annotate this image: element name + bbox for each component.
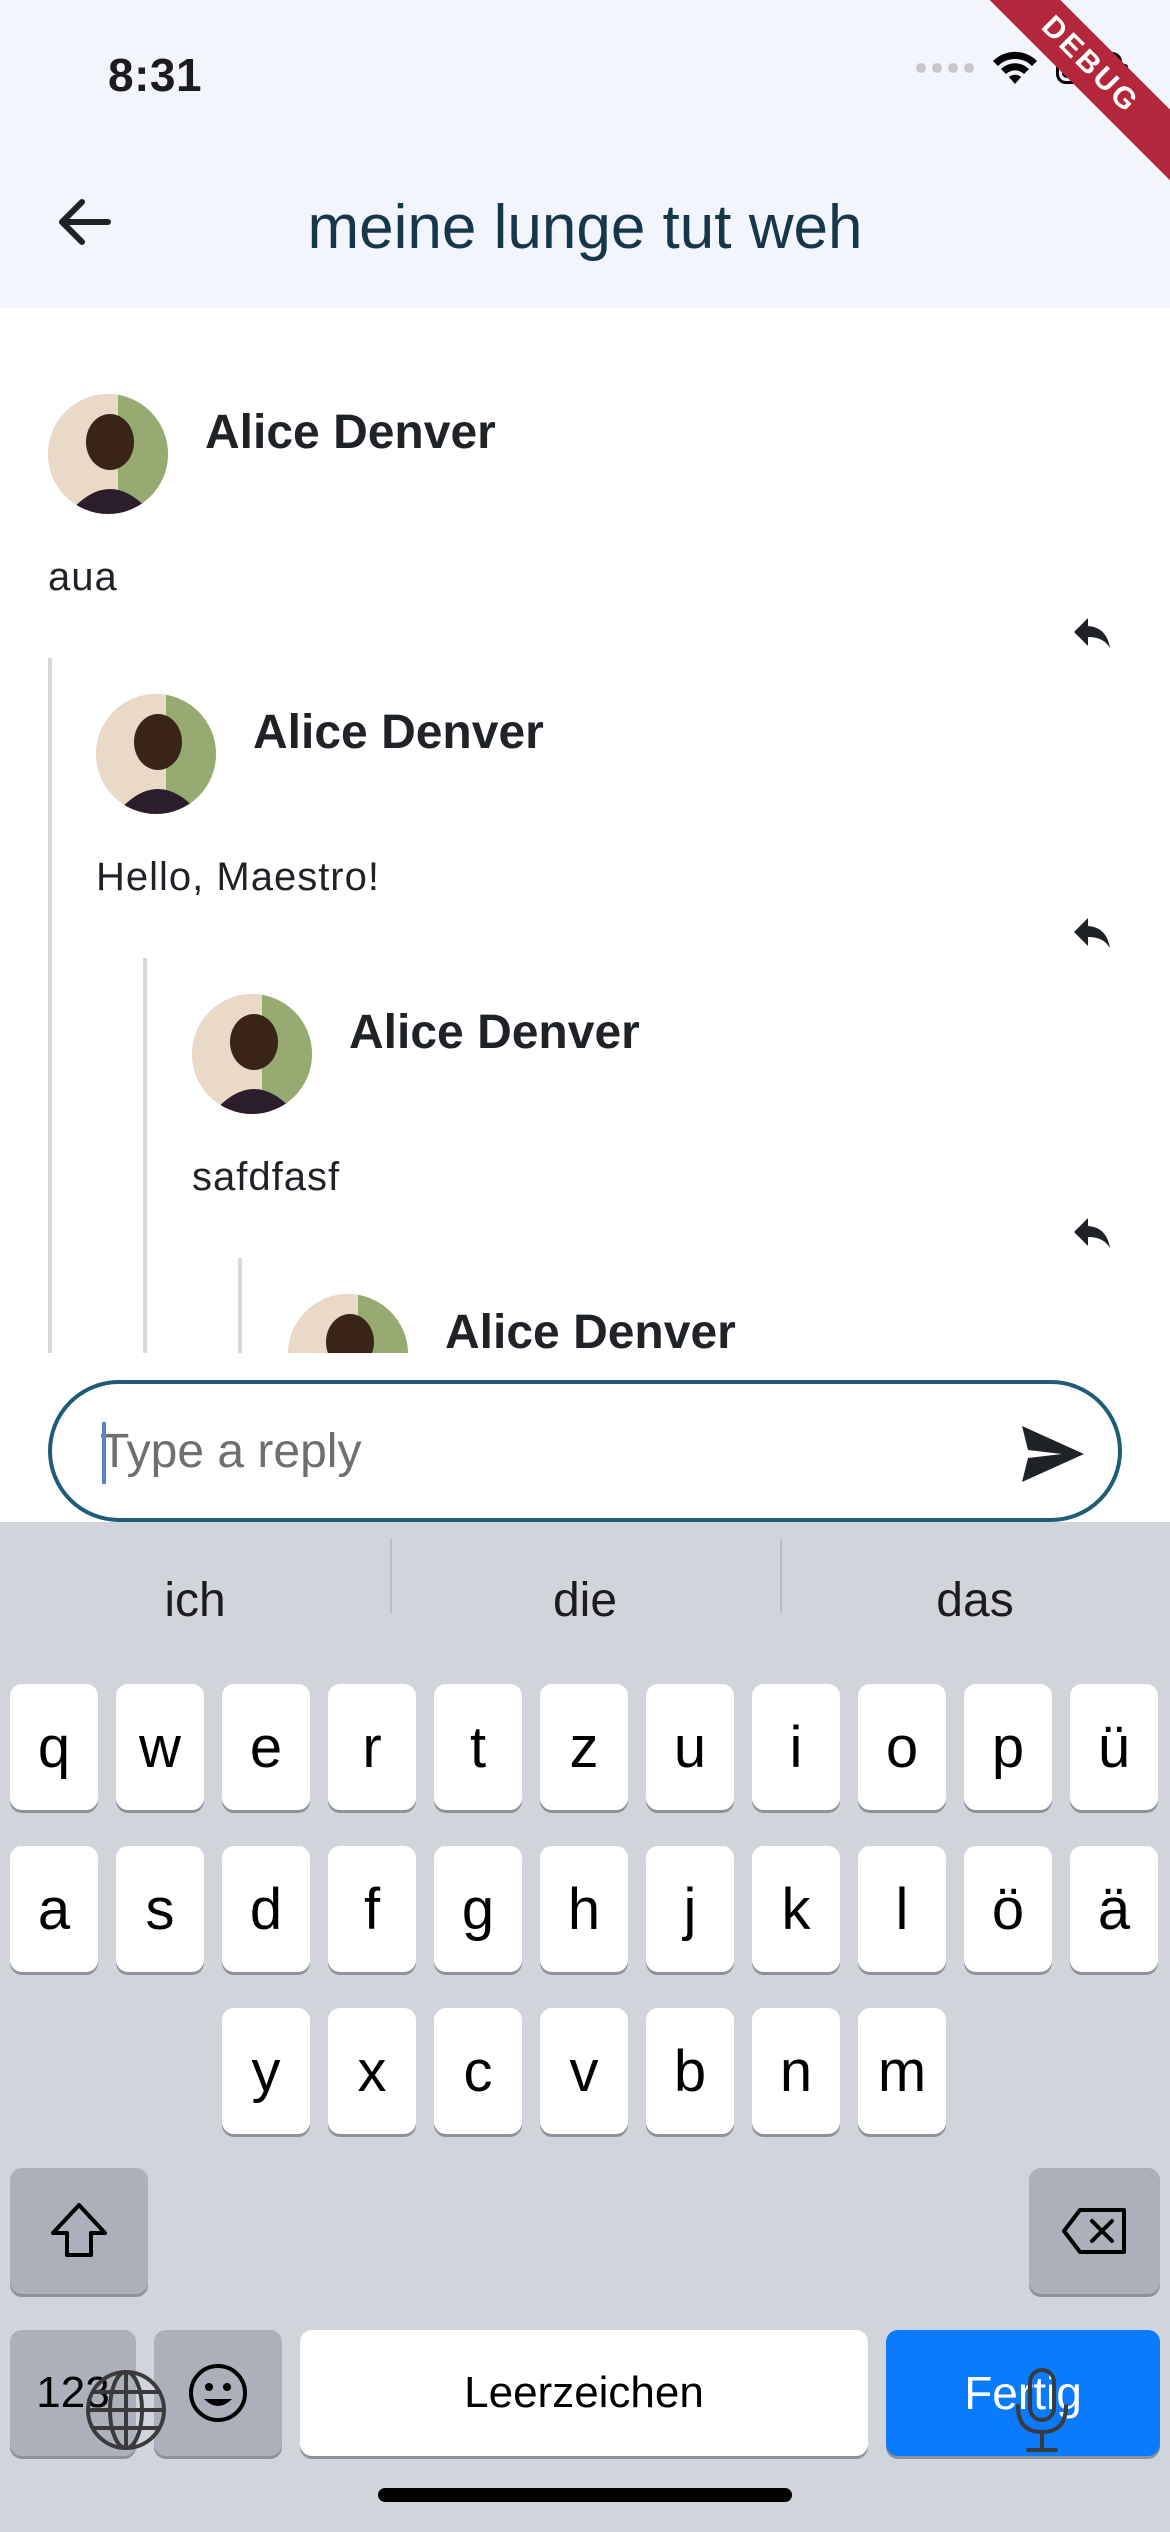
wifi-icon [993,51,1037,84]
key-i[interactable]: i [752,1684,840,1810]
key-k[interactable]: k [752,1846,840,1972]
shift-icon [51,2203,107,2257]
cellular-signal-icon [916,63,974,73]
key-y[interactable]: y [222,2008,310,2134]
key-u[interactable]: u [646,1684,734,1810]
comment-text: aua [48,555,118,599]
key-r[interactable]: r [328,1684,416,1810]
key-p[interactable]: p [964,1684,1052,1810]
emoji-key[interactable] [154,2330,282,2456]
globe-icon [86,2370,166,2450]
key-f[interactable]: f [328,1846,416,1972]
key-c[interactable]: c [434,2008,522,2134]
key-x[interactable]: x [328,2008,416,2134]
send-button[interactable] [1018,1422,1088,1486]
emoji-icon [189,2364,247,2422]
avatar-photo-icon [96,694,216,814]
backspace-key[interactable] [1029,2168,1160,2294]
key-a[interactable]: a [10,1846,98,1972]
key-s[interactable]: s [116,1846,204,1972]
comment-thread[interactable]: Alice Denver aua Alice Denver Hello, Mae… [0,308,1170,1353]
key-b[interactable]: b [646,2008,734,2134]
key-t[interactable]: t [434,1684,522,1810]
thread-line [48,658,52,1353]
dictation-key[interactable] [1012,2366,1072,2459]
avatar[interactable] [288,1294,408,1353]
avatar-photo-icon [48,394,168,514]
key-z[interactable]: z [540,1684,628,1810]
suggestion[interactable]: die [390,1538,780,1628]
avatar[interactable] [48,394,168,514]
status-time: 8:31 [108,49,203,101]
keyboard: ich die das 123 Leerzeichen Fertig q w e… [0,1522,1170,2532]
reply-box [48,1380,1122,1522]
key-e[interactable]: e [222,1684,310,1810]
key-ö[interactable]: ö [964,1846,1052,1972]
avatar-photo-icon [288,1294,408,1353]
reply-button[interactable] [1062,908,1122,958]
thread-line [238,1258,242,1353]
backspace-icon [1061,2208,1126,2254]
key-w[interactable]: w [116,1684,204,1810]
comment-author: Alice Denver [253,706,544,759]
app-bar: 8:31 DEBUG meine lunge tut weh [0,0,1170,308]
text-caret [102,1422,106,1484]
key-o[interactable]: o [858,1684,946,1810]
key-h[interactable]: h [540,1846,628,1972]
reply-icon [1074,918,1110,948]
globe-key[interactable] [84,2368,168,2457]
key-l[interactable]: l [858,1846,946,1972]
reply-icon [1074,1218,1110,1248]
reply-icon [1074,618,1110,648]
key-ü[interactable]: ü [1070,1684,1158,1810]
avatar-photo-icon [192,994,312,1114]
comment-author: Alice Denver [349,1006,640,1059]
key-q[interactable]: q [10,1684,98,1810]
debug-banner: DEBUG [966,0,1170,189]
space-key[interactable]: Leerzeichen [300,2330,868,2456]
avatar[interactable] [96,694,216,814]
microphone-icon [1016,2368,1068,2452]
key-m[interactable]: m [858,2008,946,2134]
avatar[interactable] [192,994,312,1114]
comment-text: Hello, Maestro! [96,855,380,899]
reply-input[interactable] [100,1414,980,1488]
key-v[interactable]: v [540,2008,628,2134]
key-ä[interactable]: ä [1070,1846,1158,1972]
comment-author: Alice Denver [445,1306,736,1353]
suggestion-bar: ich die das [0,1522,1170,1678]
reply-button[interactable] [1062,608,1122,658]
suggestion[interactable]: ich [0,1573,390,1628]
shift-key[interactable] [10,2168,148,2294]
thread-line [143,958,147,1353]
send-icon [1022,1426,1084,1482]
key-j[interactable]: j [646,1846,734,1972]
comment-text: safdfasf [192,1155,341,1199]
key-g[interactable]: g [434,1846,522,1972]
suggestion[interactable]: das [780,1538,1170,1628]
key-d[interactable]: d [222,1846,310,1972]
reply-button[interactable] [1062,1208,1122,1258]
home-indicator [378,2488,792,2502]
key-n[interactable]: n [752,2008,840,2134]
page-title: meine lunge tut weh [307,193,863,262]
comment-author: Alice Denver [205,406,496,459]
